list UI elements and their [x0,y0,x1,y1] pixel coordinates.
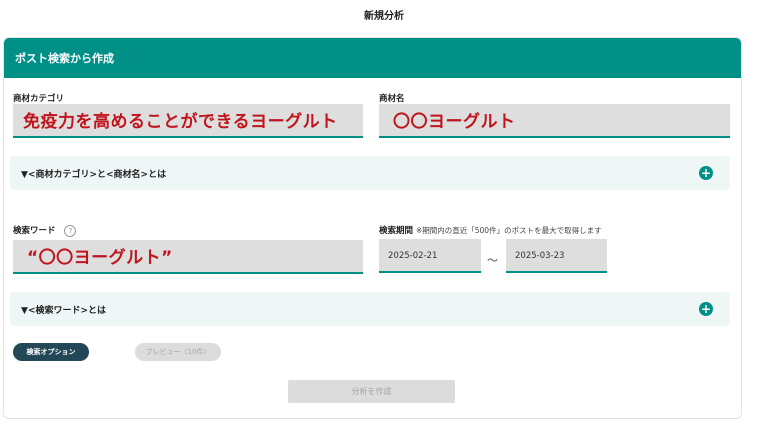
create-from-post-search-panel: ポスト検索から作成 [3,37,742,419]
create-analysis-button[interactable]: 分析を作成 [288,380,455,403]
accordion-category-product[interactable]: ▼<商材カテゴリ>と<商材名>とは + [10,156,730,190]
product-field[interactable]: 〇〇ヨーグルト [379,104,730,138]
preview-button[interactable]: プレビュー（10件） [135,343,221,361]
category-field[interactable]: 免疫力を高めることができるヨーグルト [13,104,363,138]
plus-icon[interactable]: + [699,302,713,316]
accordion-search-word[interactable]: ▼<検索ワード>とは + [10,292,730,326]
category-label: 商材カテゴリ [13,94,65,104]
help-icon[interactable]: ? [64,224,77,237]
period-note: ※期間内の直近「500件」のポストを最大で取得します [415,226,602,235]
panel-header: ポスト検索から作成 [4,38,741,78]
search-word-label-row: 検索ワード ? [13,224,77,237]
period-separator: 〜 [487,254,498,267]
page-title: 新規分析 [364,11,404,22]
plus-icon[interactable]: + [699,166,713,180]
search-word-field[interactable]: “〇〇ヨーグルト” [13,240,363,274]
search-word-value: “〇〇ヨーグルト” [27,248,173,268]
period-label-row: 検索期間 ※期間内の直近「500件」のポストを最大で取得します [379,224,602,236]
search-word-label: 検索ワード [13,226,56,236]
period-start-field[interactable]: 2025-02-21 [379,239,481,273]
accordion-category-product-label: ▼<商材カテゴリ>と<商材名>とは [21,170,167,180]
category-value: 免疫力を高めることができるヨーグルト [23,112,338,132]
period-end-field[interactable]: 2025-03-23 [506,239,607,273]
accordion-search-word-label: ▼<検索ワード>とは [21,306,107,316]
period-start-value: 2025-02-21 [388,251,438,261]
product-value: 〇〇ヨーグルト [393,112,516,132]
search-options-button[interactable]: 検索オプション [13,343,89,361]
period-label: 検索期間 [379,226,414,236]
product-label: 商材名 [379,94,405,104]
period-end-value: 2025-03-23 [515,251,565,261]
